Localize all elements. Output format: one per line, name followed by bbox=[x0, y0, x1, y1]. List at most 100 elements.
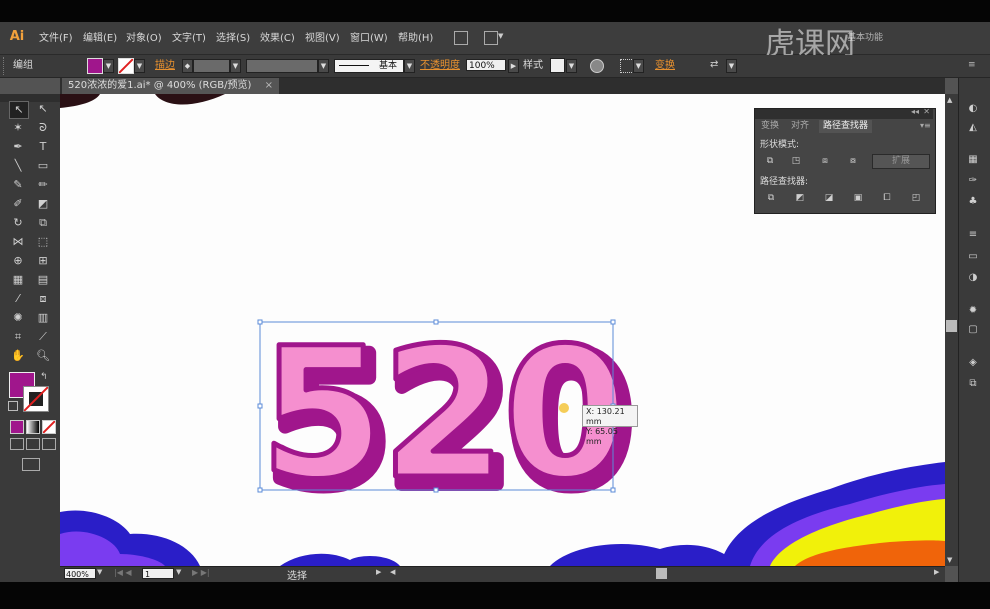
line-segment-tool-icon[interactable]: ╲ bbox=[9, 158, 27, 174]
color-mode-icon[interactable] bbox=[10, 420, 24, 434]
style-dropdown[interactable]: ▼ bbox=[566, 59, 577, 73]
shape-builder-tool-icon[interactable]: ⊕ bbox=[9, 253, 27, 269]
isolate-group-icon[interactable]: ⇄ bbox=[710, 59, 724, 71]
fill-color-swatch[interactable] bbox=[87, 58, 103, 74]
symbols-panel-icon[interactable]: ♣ bbox=[965, 195, 981, 209]
type-tool-icon[interactable]: T bbox=[34, 139, 52, 155]
gradient-mode-icon[interactable] bbox=[26, 420, 40, 434]
opacity-dropdown[interactable]: ▶ bbox=[508, 59, 519, 73]
menu-help[interactable]: 帮助(H) bbox=[398, 31, 433, 47]
exclude-icon[interactable]: ⧇ bbox=[846, 155, 860, 167]
blend-tool-icon[interactable]: ⧈ bbox=[34, 291, 52, 307]
rotate-tool-icon[interactable]: ↻ bbox=[9, 215, 27, 231]
artboard-dropdown-icon[interactable]: ▼ bbox=[176, 568, 181, 576]
layers-panel-icon[interactable]: ◈ bbox=[965, 356, 981, 370]
gradient-panel-icon[interactable]: ▭ bbox=[965, 250, 981, 264]
column-graph-tool-icon[interactable]: ▥ bbox=[34, 310, 52, 326]
scroll-up-arrow-icon[interactable]: ▲ bbox=[947, 96, 952, 104]
direct-selection-tool-icon[interactable]: ↖ bbox=[34, 101, 52, 117]
blob-brush-tool-icon[interactable]: ✐ bbox=[9, 196, 27, 212]
horizontal-scroll-thumb[interactable] bbox=[656, 568, 667, 579]
swatches-panel-icon[interactable]: ▦ bbox=[965, 153, 981, 167]
fill-dropdown[interactable]: ▼ bbox=[103, 59, 114, 73]
stroke-dropdown[interactable]: ▼ bbox=[134, 59, 145, 73]
stroke-label[interactable]: 描边 bbox=[155, 59, 175, 73]
mesh-tool-icon[interactable]: ▦ bbox=[9, 272, 27, 288]
screen-mode-icon[interactable] bbox=[22, 458, 40, 471]
opacity-field[interactable]: 100% bbox=[466, 59, 506, 71]
eyedropper-tool-icon[interactable]: ⁄ bbox=[9, 291, 27, 307]
draw-normal-icon[interactable] bbox=[10, 438, 24, 450]
zoom-tool-icon[interactable]: 🔍︎ bbox=[34, 348, 52, 364]
expand-button[interactable]: 扩展 bbox=[872, 154, 930, 169]
control-bar-menu-icon[interactable]: ≡ bbox=[968, 60, 976, 70]
eraser-tool-icon[interactable]: ◩ bbox=[34, 196, 52, 212]
scale-tool-icon[interactable]: ⧉ bbox=[34, 215, 52, 231]
stroke-swatch[interactable] bbox=[23, 386, 49, 412]
gradient-tool-icon[interactable]: ▤ bbox=[34, 272, 52, 288]
vertical-scroll-thumb[interactable] bbox=[946, 320, 957, 332]
brushes-panel-icon[interactable]: ✑ bbox=[965, 174, 981, 188]
zoom-field[interactable]: 400% bbox=[64, 568, 96, 579]
menu-edit[interactable]: 编辑(E) bbox=[83, 31, 117, 47]
tab-align[interactable]: 对齐 bbox=[791, 120, 809, 133]
selection-tool-icon[interactable]: ↖ bbox=[9, 101, 29, 119]
stroke-color-swatch[interactable] bbox=[118, 58, 134, 74]
symbol-sprayer-tool-icon[interactable]: ✺ bbox=[9, 310, 27, 326]
first-artboard-icon[interactable]: |◀ ◀ bbox=[114, 568, 132, 577]
next-artboard-icon[interactable]: ▶ ▶| bbox=[192, 568, 210, 577]
close-panel-icon[interactable]: ✕ bbox=[923, 107, 930, 116]
collapse-panel-icon[interactable]: ◂◂ bbox=[911, 107, 919, 116]
document-tab[interactable]: 520浓浓的爱1.ai* @ 400% (RGB/预览) × bbox=[62, 78, 279, 94]
close-tab-icon[interactable]: × bbox=[265, 80, 273, 91]
minus-front-icon[interactable]: ◳ bbox=[789, 155, 803, 167]
tab-pathfinder[interactable]: 路径查找器 bbox=[819, 120, 873, 133]
recolor-artwork-icon[interactable] bbox=[590, 59, 604, 73]
scroll-left-arrow-icon[interactable]: ◀ bbox=[390, 568, 395, 576]
stroke-weight-dropdown[interactable]: ▼ bbox=[230, 59, 241, 73]
brush-dropdown[interactable]: ▼ bbox=[404, 59, 415, 73]
color-guide-icon[interactable]: ◭ bbox=[965, 121, 981, 135]
pencil-tool-icon[interactable]: ✏ bbox=[34, 177, 52, 193]
panel-menu-icon[interactable]: ▾≡ bbox=[920, 121, 931, 130]
status-menu-icon[interactable]: ▶ bbox=[376, 568, 381, 576]
more-options-dropdown[interactable]: ▼ bbox=[726, 59, 737, 73]
hand-tool-icon[interactable]: ✋ bbox=[9, 348, 27, 364]
width-tool-icon[interactable]: ⋈ bbox=[9, 234, 27, 250]
arrange-documents-icon[interactable] bbox=[484, 31, 498, 45]
artwork-520[interactable]: 520 520 bbox=[258, 308, 641, 535]
magic-wand-tool-icon[interactable]: ✶ bbox=[9, 120, 27, 136]
grip-handle[interactable] bbox=[3, 57, 8, 75]
zoom-dropdown-icon[interactable]: ▼ bbox=[97, 568, 102, 576]
draw-behind-icon[interactable] bbox=[26, 438, 40, 450]
menu-file[interactable]: 文件(F) bbox=[39, 31, 73, 47]
lasso-tool-icon[interactable]: ᘐ bbox=[34, 120, 52, 136]
bridge-icon[interactable] bbox=[454, 31, 468, 45]
profile-dropdown[interactable]: ▼ bbox=[318, 59, 329, 73]
stroke-weight-stepper[interactable]: ◆ bbox=[182, 59, 193, 73]
slice-tool-icon[interactable]: ⟋ bbox=[34, 329, 52, 345]
crop-icon[interactable]: ▣ bbox=[851, 192, 865, 204]
color-panel-icon[interactable]: ◐ bbox=[965, 102, 981, 116]
default-colors-icon[interactable] bbox=[8, 401, 18, 411]
none-mode-icon[interactable] bbox=[42, 420, 56, 434]
minus-back-icon[interactable]: ◰ bbox=[909, 192, 923, 204]
rectangle-tool-icon[interactable]: ▭ bbox=[34, 158, 52, 174]
menu-effect[interactable]: 效果(C) bbox=[260, 31, 295, 47]
menu-view[interactable]: 视图(V) bbox=[305, 31, 340, 47]
artboards-panel-icon[interactable]: ⧉ bbox=[965, 377, 981, 391]
trim-icon[interactable]: ◩ bbox=[793, 192, 807, 204]
workspace-switcher[interactable]: 基本功能 bbox=[847, 30, 883, 43]
pen-tool-icon[interactable]: ✒ bbox=[9, 139, 27, 155]
menu-type[interactable]: 文字(T) bbox=[172, 31, 206, 47]
variable-width-profile[interactable] bbox=[246, 59, 318, 73]
chevron-down-icon[interactable]: ▼ bbox=[498, 32, 503, 40]
paintbrush-tool-icon[interactable]: ✎ bbox=[9, 177, 27, 193]
tab-transform[interactable]: 变换 bbox=[761, 120, 779, 133]
artboard-number-field[interactable]: 1 bbox=[142, 568, 174, 579]
divide-icon[interactable]: ⧉ bbox=[764, 192, 778, 204]
swap-fill-stroke-icon[interactable]: ↰ bbox=[40, 372, 48, 382]
merge-icon[interactable]: ◪ bbox=[822, 192, 836, 204]
free-transform-tool-icon[interactable]: ⬚ bbox=[34, 234, 52, 250]
align-dropdown[interactable]: ▼ bbox=[633, 59, 644, 73]
